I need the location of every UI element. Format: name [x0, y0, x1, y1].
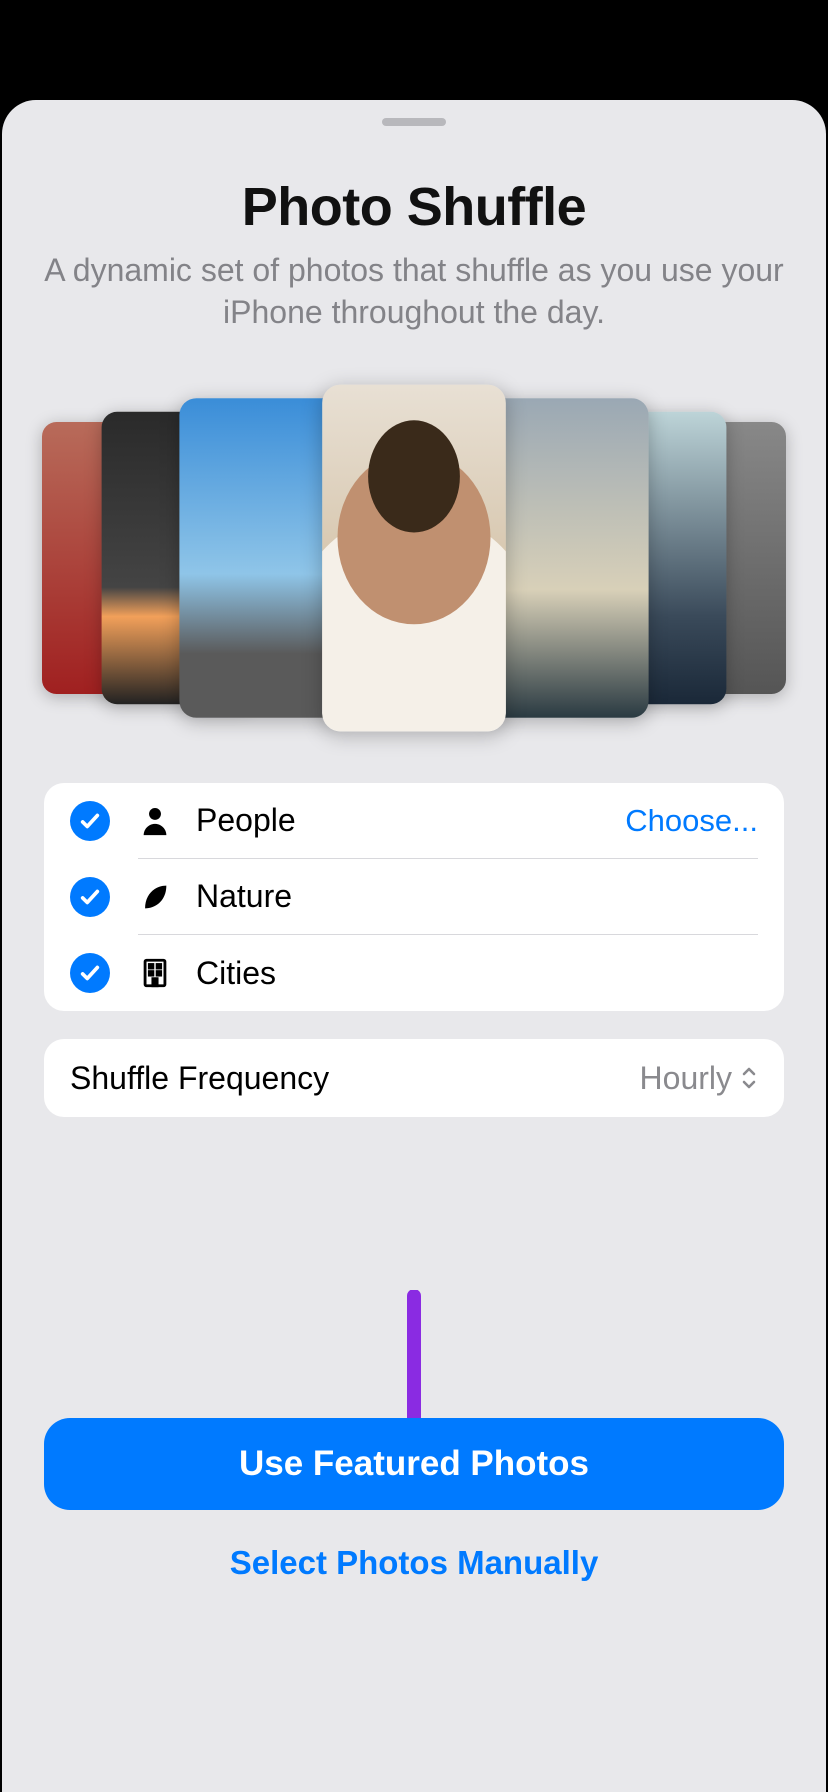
use-featured-photos-button[interactable]: Use Featured Photos: [44, 1418, 784, 1510]
building-icon: [138, 956, 172, 990]
select-photos-manually-button[interactable]: Select Photos Manually: [44, 1544, 784, 1582]
checkmark-icon[interactable]: [70, 877, 110, 917]
photo-preview-carousel[interactable]: [2, 363, 826, 753]
category-row-people[interactable]: People Choose...: [44, 783, 784, 859]
page-subtitle: A dynamic set of photos that shuffle as …: [42, 250, 786, 333]
category-label: Nature: [196, 878, 758, 915]
checkmark-icon[interactable]: [70, 801, 110, 841]
page-title: Photo Shuffle: [2, 176, 826, 238]
leaf-icon: [138, 880, 172, 914]
bottom-actions: Use Featured Photos Select Photos Manual…: [2, 1418, 826, 1582]
preview-photo-front: [322, 385, 506, 732]
category-label: Cities: [196, 955, 758, 992]
category-group: People Choose... Nature: [44, 783, 784, 1011]
checkmark-icon[interactable]: [70, 953, 110, 993]
shuffle-frequency-row[interactable]: Shuffle Frequency Hourly: [44, 1039, 784, 1117]
person-icon: [138, 804, 172, 838]
photo-shuffle-sheet: Photo Shuffle A dynamic set of photos th…: [2, 100, 826, 1792]
category-row-nature[interactable]: Nature: [44, 859, 784, 935]
category-row-cities[interactable]: Cities: [44, 935, 784, 1011]
sheet-grabber[interactable]: [382, 118, 446, 126]
frequency-group: Shuffle Frequency Hourly: [44, 1039, 784, 1117]
choose-people-button[interactable]: Choose...: [625, 803, 758, 839]
category-label: People: [196, 802, 625, 839]
frequency-value[interactable]: Hourly: [640, 1060, 758, 1097]
chevron-up-down-icon: [740, 1065, 758, 1091]
frequency-label: Shuffle Frequency: [70, 1060, 640, 1097]
